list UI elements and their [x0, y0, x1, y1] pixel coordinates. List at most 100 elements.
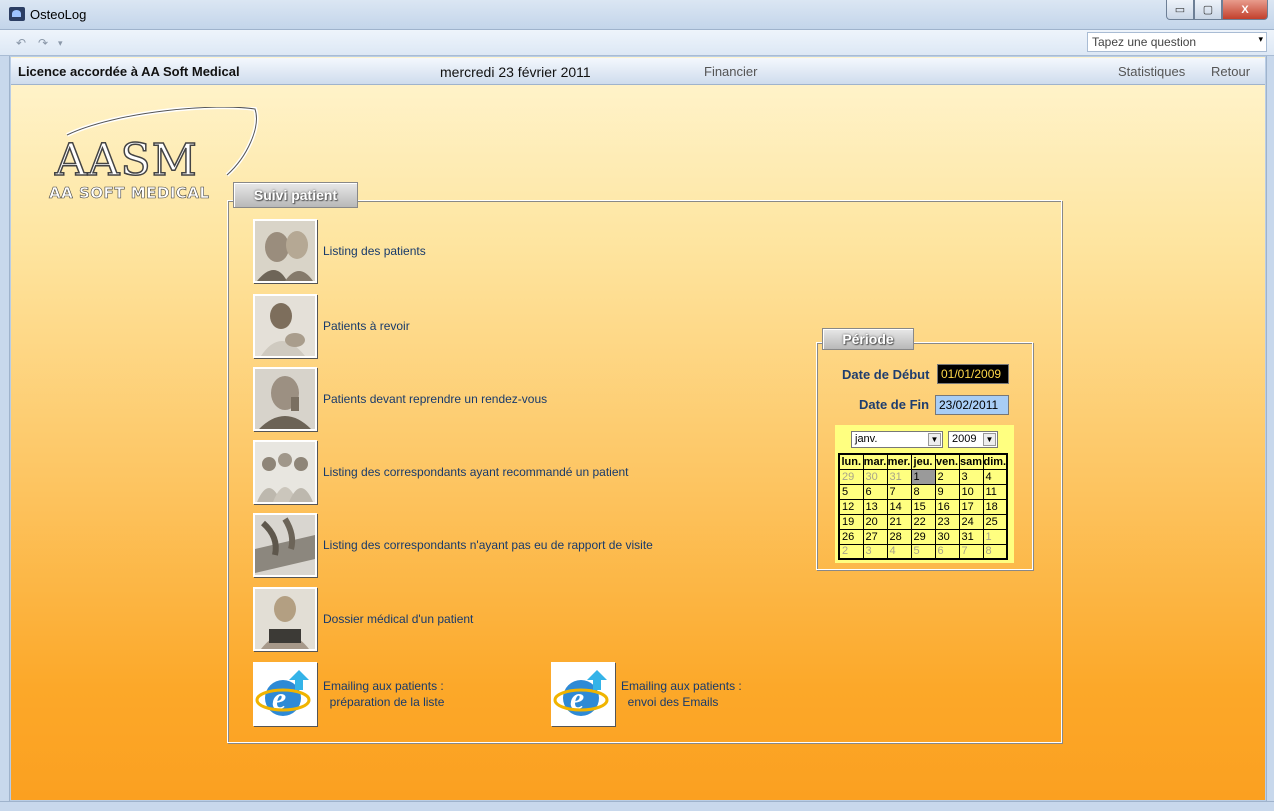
calendar-day[interactable]: 30 — [934, 528, 960, 545]
calendar-day[interactable]: 5 — [910, 543, 936, 560]
undo-icon[interactable]: ↶ — [16, 36, 26, 50]
calendar-day[interactable]: 22 — [910, 513, 936, 530]
calendar-day[interactable]: 23 — [934, 513, 960, 530]
correspondants-recommande-item[interactable]: Listing des correspondants ayant recomma… — [253, 440, 629, 504]
patients-photo-icon[interactable] — [253, 219, 317, 283]
calendar-day[interactable]: 25 — [982, 513, 1008, 530]
date-fin-input[interactable] — [935, 395, 1009, 415]
calendar-day[interactable]: 26 — [838, 528, 864, 545]
calendar-week-row: 5 6 7 8 9 10 11 — [838, 483, 1008, 500]
calendar-day[interactable]: 8 — [910, 483, 936, 500]
calendar-day[interactable]: 20 — [862, 513, 888, 530]
calendar-day[interactable]: 2 — [838, 543, 864, 560]
day-header: mar. — [862, 453, 888, 470]
internet-explorer-icon[interactable]: e — [253, 662, 317, 726]
calendar-day[interactable]: 4 — [982, 468, 1008, 485]
day-header: mer. — [886, 453, 912, 470]
question-input[interactable]: Tapez une question ▾ — [1087, 32, 1267, 52]
calendar-day[interactable]: 16 — [934, 498, 960, 515]
correspondants-sans-rapport-item[interactable]: Listing des correspondants n'ayant pas e… — [253, 513, 653, 577]
date-debut-input[interactable] — [937, 364, 1009, 384]
correspondants-sans-rapport-label: Listing des correspondants n'ayant pas e… — [323, 538, 653, 552]
calendar-week-row: 29 30 31 1 2 3 4 — [838, 468, 1008, 485]
emailing-envoi-line2: envoi des Emails — [627, 695, 719, 709]
redo-icon[interactable]: ↷ — [38, 36, 48, 50]
medical-team-photo-icon[interactable] — [253, 440, 317, 504]
window-title: OsteoLog — [30, 7, 87, 22]
calendar-day[interactable]: 3 — [862, 543, 888, 560]
nurse-baby-photo-icon[interactable] — [253, 294, 317, 358]
calendar-header-row: lun. mar. mer. jeu. ven. sam dim. — [838, 453, 1008, 470]
license-text: Licence accordée à AA Soft Medical — [18, 64, 240, 79]
calendar-day[interactable]: 6 — [862, 483, 888, 500]
woman-laptop-photo-icon[interactable] — [253, 587, 317, 651]
emailing-preparation-line1: Emailing aux patients : — [323, 679, 444, 693]
calendar-week-row: 2 3 4 5 6 7 8 — [838, 543, 1008, 560]
maximize-icon[interactable]: ▢ — [1194, 0, 1222, 20]
calendar-day[interactable]: 7 — [886, 483, 912, 500]
calendar-day[interactable]: 9 — [934, 483, 960, 500]
calendar-day[interactable]: 29 — [910, 528, 936, 545]
calendar-day[interactable]: 28 — [886, 528, 912, 545]
calendar-day[interactable]: 2 — [934, 468, 960, 485]
internet-explorer-icon[interactable]: e — [551, 662, 615, 726]
minimize-icon[interactable]: ▭ — [1166, 0, 1194, 20]
calendar-day[interactable]: 31 — [886, 468, 912, 485]
calendar-day[interactable]: 5 — [838, 483, 864, 500]
dossier-medical-item[interactable]: Dossier médical d'un patient — [253, 587, 473, 651]
correspondants-recommande-label: Listing des correspondants ayant recomma… — [323, 465, 629, 479]
calendar-day[interactable]: 7 — [958, 543, 984, 560]
calendar-day[interactable]: 17 — [958, 498, 984, 515]
chevron-down-icon[interactable]: ▼ — [928, 433, 941, 446]
month-select[interactable]: janv. ▼ — [851, 431, 943, 448]
header-bar: Licence accordée à AA Soft Medical mercr… — [11, 58, 1265, 85]
year-value: 2009 — [952, 433, 977, 445]
calendar-day[interactable]: 12 — [838, 498, 864, 515]
calendar-day[interactable]: 18 — [982, 498, 1008, 515]
calendar-day[interactable]: 19 — [838, 513, 864, 530]
elderly-man-photo-icon[interactable] — [253, 367, 317, 431]
calendar-day[interactable]: 21 — [886, 513, 912, 530]
financier-link[interactable]: Financier — [704, 64, 757, 79]
calendar-day[interactable]: 27 — [862, 528, 888, 545]
calendar-week-row: 12 13 14 15 16 17 18 — [838, 498, 1008, 515]
main-form: Licence accordée à AA Soft Medical mercr… — [11, 57, 1265, 800]
statistiques-link[interactable]: Statistiques — [1118, 64, 1185, 79]
close-icon[interactable]: X — [1222, 0, 1268, 20]
patients-a-revoir-label: Patients à revoir — [323, 319, 410, 333]
emailing-envoi-item[interactable]: e Emailing aux patients : envoi des Emai… — [551, 662, 742, 726]
calendar-day[interactable]: 6 — [934, 543, 960, 560]
current-date: mercredi 23 février 2011 — [440, 64, 591, 80]
emailing-envoi-label: Emailing aux patients : envoi des Emails — [621, 678, 742, 710]
calendar-day[interactable]: 13 — [862, 498, 888, 515]
calendar-day[interactable]: 10 — [958, 483, 984, 500]
calendar-grid: lun. mar. mer. jeu. ven. sam dim. 29 30 … — [838, 453, 1009, 560]
chevron-down-icon[interactable]: ▾ — [1258, 34, 1263, 45]
calendar-day[interactable]: 11 — [982, 483, 1008, 500]
emailing-preparation-line2: préparation de la liste — [329, 695, 445, 709]
day-header: dim. — [982, 453, 1008, 470]
calendar-day[interactable]: 30 — [862, 468, 888, 485]
calendar-day[interactable]: 1 — [982, 528, 1008, 545]
year-select[interactable]: 2009 ▼ — [948, 431, 998, 448]
window-controls: ▭ ▢ X — [1166, 0, 1268, 20]
patients-a-revoir-item[interactable]: Patients à revoir — [253, 294, 410, 358]
dossier-medical-label: Dossier médical d'un patient — [323, 612, 474, 626]
calendar-day-selected[interactable]: 1 — [910, 468, 936, 485]
retour-link[interactable]: Retour — [1211, 64, 1250, 79]
calendar-day[interactable]: 8 — [982, 543, 1008, 560]
toolbar-dropdown-icon[interactable]: ▾ — [58, 38, 63, 49]
calendar-day[interactable]: 29 — [838, 468, 864, 485]
emailing-preparation-item[interactable]: e Emailing aux patients : préparation de… — [253, 662, 444, 726]
listing-patients-item[interactable]: Listing des patients — [253, 219, 426, 283]
calendar-day[interactable]: 3 — [958, 468, 984, 485]
calendar-day[interactable]: 31 — [958, 528, 984, 545]
chevron-down-icon[interactable]: ▼ — [983, 433, 996, 446]
calendar-day[interactable]: 4 — [886, 543, 912, 560]
calendar-day[interactable]: 14 — [886, 498, 912, 515]
calendar-day[interactable]: 15 — [910, 498, 936, 515]
patients-reprendre-rdv-item[interactable]: Patients devant reprendre un rendez-vous — [253, 367, 547, 431]
periode-tab: Période — [822, 328, 914, 350]
calendar-day[interactable]: 24 — [958, 513, 984, 530]
keyboard-photo-icon[interactable] — [253, 513, 317, 577]
